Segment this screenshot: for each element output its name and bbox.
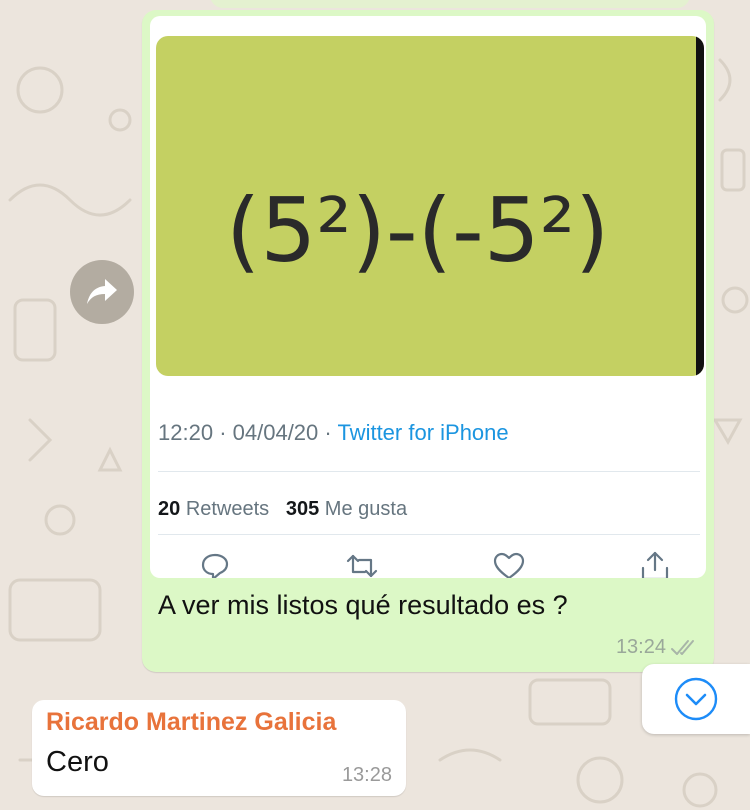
expression-text: (5²)-(-5²) bbox=[226, 179, 609, 282]
outgoing-message-time: 13:24 bbox=[615, 636, 666, 658]
tweet-source-link[interactable]: Twitter for iPhone bbox=[337, 420, 508, 445]
retweet-button[interactable] bbox=[345, 551, 379, 578]
sender-name[interactable]: Ricardo Martinez Galicia bbox=[46, 708, 336, 737]
forward-icon bbox=[87, 279, 117, 304]
like-button[interactable] bbox=[493, 551, 525, 578]
likes-label[interactable]: Me gusta bbox=[325, 498, 407, 520]
retweet-icon bbox=[346, 554, 377, 578]
tweet-date: 04/04/20 bbox=[232, 420, 319, 445]
incoming-message-text: Cero bbox=[46, 746, 109, 778]
likes-count: 305 bbox=[285, 498, 320, 520]
outgoing-message-meta: 13:24 bbox=[616, 636, 700, 659]
divider bbox=[158, 534, 700, 535]
meta-separator: · bbox=[219, 420, 227, 445]
forward-button[interactable] bbox=[70, 260, 134, 324]
retweets-count: 20 bbox=[158, 498, 181, 520]
incoming-message-bubble[interactable]: Ricardo Martinez Galicia Cero 13:28 bbox=[32, 700, 406, 796]
previous-message-edge bbox=[210, 0, 690, 8]
chevron-down-icon bbox=[674, 677, 718, 721]
divider bbox=[158, 471, 700, 472]
outgoing-message-bubble[interactable]: (5²)-(-5²) 12:20 · 04/04/20 · Twitter fo… bbox=[142, 10, 714, 672]
tweet-card[interactable]: (5²)-(-5²) 12:20 · 04/04/20 · Twitter fo… bbox=[150, 16, 706, 578]
scroll-to-bottom-button[interactable] bbox=[642, 664, 750, 734]
retweets-label[interactable]: Retweets bbox=[186, 498, 269, 520]
tweet-time: 12:20 bbox=[158, 420, 214, 445]
like-icon bbox=[494, 552, 525, 578]
incoming-message-time: 13:28 bbox=[341, 764, 392, 786]
reply-button[interactable] bbox=[200, 551, 230, 578]
handwritten-expression: (5²)-(-5²) bbox=[226, 36, 704, 376]
share-button[interactable] bbox=[640, 550, 670, 578]
tweet-image[interactable]: (5²)-(-5²) bbox=[156, 36, 704, 376]
reply-icon bbox=[201, 553, 229, 578]
share-icon bbox=[641, 551, 669, 578]
double-check-icon bbox=[671, 639, 694, 655]
tweet-metadata: 12:20 · 04/04/20 · Twitter for iPhone bbox=[158, 420, 509, 446]
tweet-stats: 20 Retweets 305 Me gusta bbox=[158, 498, 407, 521]
outgoing-message-text: A ver mis listos qué resultado es ? bbox=[158, 590, 568, 620]
tweet-action-bar bbox=[200, 546, 670, 578]
meta-separator: · bbox=[324, 420, 332, 445]
